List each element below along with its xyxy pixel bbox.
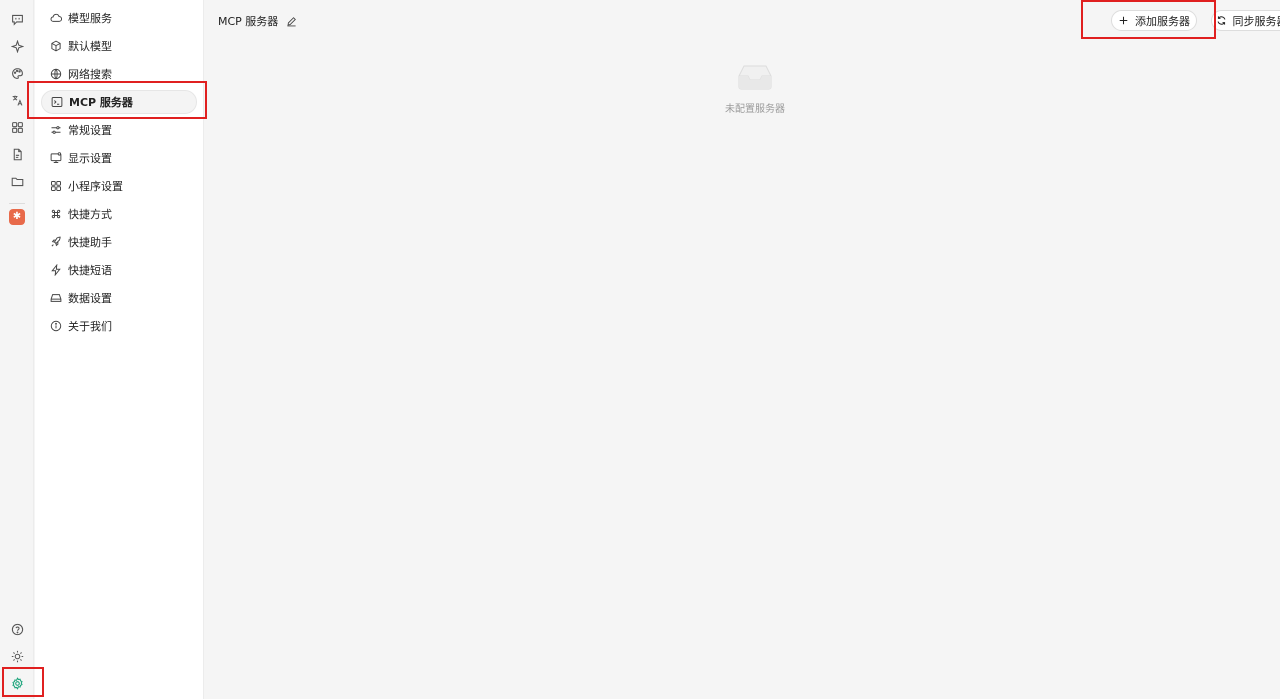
info-icon <box>50 320 62 332</box>
globe-icon <box>50 68 62 80</box>
menu-item-model-service[interactable]: 模型服务 <box>41 6 197 30</box>
menu-item-display-settings[interactable]: 显示设置 <box>41 146 197 170</box>
empty-inbox-icon <box>738 65 772 90</box>
rocket-icon <box>51 236 61 247</box>
menu-item-data-settings[interactable]: 数据设置 <box>41 286 197 310</box>
edit-icon[interactable] <box>286 16 297 27</box>
sliders-icon <box>51 126 61 134</box>
sun-icon[interactable] <box>7 646 27 666</box>
menu-item-default-model[interactable]: 默认模型 <box>41 34 197 58</box>
main-panel: MCP 服务器 添加服务器 同步服务器 未配置服务器 <box>205 0 1280 699</box>
plus-icon <box>1119 16 1128 25</box>
rail-divider <box>9 203 25 204</box>
menu-item-label: 模型服务 <box>68 12 112 25</box>
menu-item-web-search[interactable]: 网络搜索 <box>41 62 197 86</box>
cloud-icon <box>50 13 62 22</box>
help-icon[interactable] <box>7 619 27 639</box>
cube-icon <box>51 40 61 52</box>
folder-icon[interactable] <box>7 171 27 191</box>
drive-icon <box>50 294 62 302</box>
sync-servers-label: 同步服务器 <box>1232 14 1280 28</box>
menu-item-label: 网络搜索 <box>68 68 112 81</box>
menu-item-label: 显示设置 <box>68 152 112 165</box>
monitor-icon <box>50 152 62 163</box>
document-icon[interactable] <box>7 144 27 164</box>
chat-icon[interactable] <box>7 9 27 29</box>
menu-item-label: MCP 服务器 <box>69 96 133 109</box>
add-server-label: 添加服务器 <box>1135 14 1190 28</box>
menu-item-about[interactable]: 关于我们 <box>41 314 197 338</box>
menu-item-mcp-servers[interactable]: MCP 服务器 <box>41 90 197 114</box>
menu-item-label: 数据设置 <box>68 292 112 305</box>
icon-rail: ✱ <box>0 0 34 699</box>
page-title: MCP 服务器 <box>218 15 279 28</box>
sync-icon <box>1217 16 1225 25</box>
settings-menu: 模型服务 默认模型 网络搜索 MCP 服务器 常规设置 显示设置 小程序设置 快… <box>35 0 204 699</box>
terminal-icon <box>51 97 63 107</box>
menu-item-general-settings[interactable]: 常规设置 <box>41 118 197 142</box>
sync-servers-button[interactable]: 同步服务器 <box>1211 10 1280 31</box>
menu-item-miniapp-settings[interactable]: 小程序设置 <box>41 174 197 198</box>
menu-item-quick-assistant[interactable]: 快捷助手 <box>41 230 197 254</box>
page-header: MCP 服务器 <box>218 13 297 29</box>
menu-item-quick-phrases[interactable]: 快捷短语 <box>41 258 197 282</box>
menu-item-label: 关于我们 <box>68 320 112 333</box>
empty-state: 未配置服务器 <box>710 62 800 115</box>
zap-icon <box>51 264 61 276</box>
menu-item-label: 快捷方式 <box>68 208 112 221</box>
mini-app-icon[interactable]: ✱ <box>9 209 25 225</box>
menu-item-label: 常规设置 <box>68 124 112 137</box>
empty-state-text: 未配置服务器 <box>725 104 785 115</box>
command-icon <box>51 209 61 219</box>
menu-item-label: 快捷短语 <box>68 264 112 277</box>
menu-item-shortcuts[interactable]: 快捷方式 <box>41 202 197 226</box>
sparkle-icon[interactable] <box>7 36 27 56</box>
add-server-button[interactable]: 添加服务器 <box>1111 10 1197 31</box>
gear-icon[interactable] <box>7 673 27 693</box>
apps-icon <box>51 181 61 191</box>
grid-icon[interactable] <box>7 117 27 137</box>
menu-item-label: 默认模型 <box>68 40 112 53</box>
menu-item-label: 小程序设置 <box>68 180 123 193</box>
translate-icon[interactable] <box>7 90 27 110</box>
palette-icon[interactable] <box>7 63 27 83</box>
menu-item-label: 快捷助手 <box>68 236 112 249</box>
